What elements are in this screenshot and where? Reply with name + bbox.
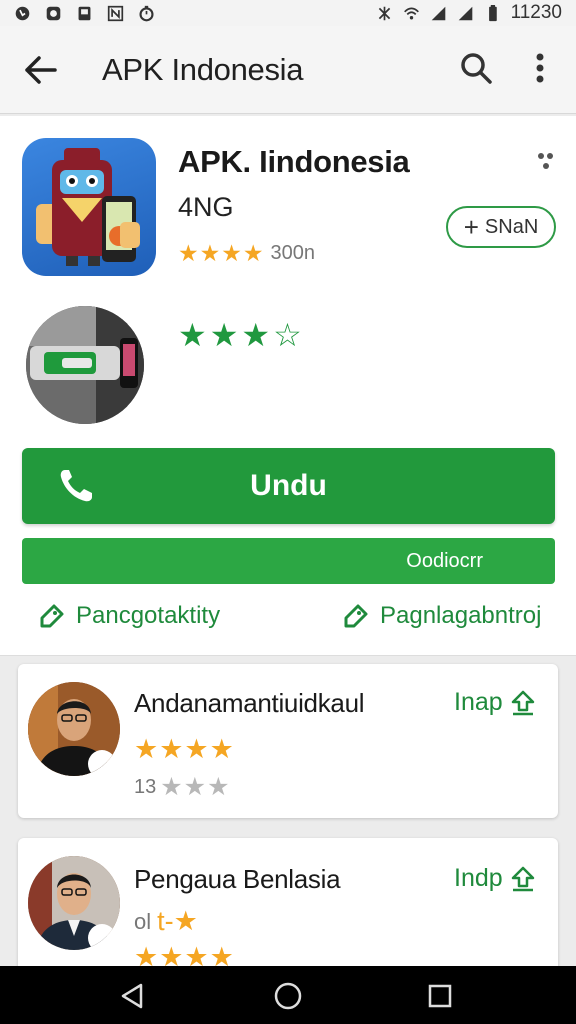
add-button[interactable]: + SNaN xyxy=(446,206,556,248)
more-vert-icon xyxy=(536,53,544,83)
news-icon xyxy=(107,5,124,21)
nav-home-button[interactable] xyxy=(266,976,310,1016)
review-count: 13 xyxy=(134,775,157,798)
link-permissions-label: Pancgotaktity xyxy=(76,602,221,629)
arrow-left-icon xyxy=(25,55,57,84)
review-grey-stars: ★★★ xyxy=(160,773,231,801)
instagram-icon xyxy=(46,6,61,20)
status-time: 11230 xyxy=(510,2,562,23)
person-photo xyxy=(28,856,120,950)
overflow-menu-button[interactable] xyxy=(516,40,564,96)
review-action-label: Indp xyxy=(454,864,503,892)
review-meta-text: ol xyxy=(134,908,152,934)
wifi-icon xyxy=(403,7,419,19)
app-icon[interactable] xyxy=(22,138,156,276)
feature-thumbnail[interactable] xyxy=(26,306,144,424)
app-rating: ★★★★ 300n xyxy=(178,240,315,267)
review-action-label: Inap xyxy=(454,688,503,716)
back-button[interactable] xyxy=(10,40,70,100)
download-button-label: Undu xyxy=(250,469,327,502)
plus-icon: + xyxy=(463,212,479,242)
app-detail-card: APK. Iindonesia 4NG ★★★★ 300n + SNaN ★★★… xyxy=(0,116,576,656)
feature-rating-stars: ★★★☆ xyxy=(178,317,305,353)
nfc-icon xyxy=(378,6,390,20)
review-meta-glyph: t-★ xyxy=(157,906,198,936)
review-stars: ★★★★ xyxy=(134,734,235,764)
link-details-label: Pagnlagabntroj xyxy=(380,602,542,629)
signal-icon xyxy=(431,6,445,20)
nav-back-button[interactable] xyxy=(110,976,154,1016)
add-button-label: SNaN xyxy=(484,215,539,238)
rating-count: 300n xyxy=(270,242,315,264)
search-icon xyxy=(461,53,492,84)
whatsapp-icon xyxy=(15,6,30,20)
phone-icon xyxy=(60,470,92,502)
person-photo xyxy=(28,682,120,776)
circle-home-icon xyxy=(274,982,302,1010)
page-title: APK Indonesia xyxy=(102,51,304,87)
reviewer-name: Andanamantiuidkaul xyxy=(134,688,365,718)
share-icon xyxy=(511,690,534,715)
tag-icon xyxy=(40,604,64,628)
message-icon xyxy=(78,6,91,20)
triangle-back-icon xyxy=(121,983,143,1009)
tag-icon xyxy=(344,604,368,628)
app-name: APK. Iindonesia xyxy=(178,144,410,179)
rating-stars: ★★★★ xyxy=(178,240,265,266)
share-dots-icon[interactable] xyxy=(536,152,556,176)
signal-2-icon xyxy=(458,6,472,20)
device-photo xyxy=(26,306,144,424)
navigation-bar xyxy=(0,966,576,1024)
square-recents-icon xyxy=(428,984,452,1008)
secondary-button-label: Oodiocrr xyxy=(406,549,483,572)
app-subtitle: 4NG xyxy=(178,192,234,222)
secondary-button[interactable]: Oodiocrr xyxy=(22,538,555,584)
review-card[interactable]: Andanamantiuidkaul Inap ★★★★ 13 ★★★ xyxy=(18,664,558,818)
review-action[interactable]: Indp xyxy=(454,864,537,893)
avatar xyxy=(28,682,120,776)
download-button[interactable]: Undu xyxy=(22,448,555,524)
battery-icon xyxy=(488,4,497,21)
timer-icon xyxy=(139,5,154,21)
reviewer-name: Pengaua Benlasia xyxy=(134,864,341,894)
robot-mascot-icon xyxy=(36,148,140,266)
share-icon xyxy=(511,866,534,891)
review-card[interactable]: Pengaua Benlasia Indp ol t-★ ★★★★ xyxy=(18,838,558,978)
status-bar: 11230 xyxy=(0,0,576,26)
avatar xyxy=(28,856,120,950)
review-meta: ol t-★ xyxy=(134,906,198,937)
nav-recents-button[interactable] xyxy=(418,976,462,1016)
search-button[interactable] xyxy=(452,40,500,96)
review-count-row: 13 ★★★ xyxy=(134,772,231,802)
app-bar: APK Indonesia xyxy=(0,26,576,114)
link-details[interactable]: Pagnlagabntroj xyxy=(342,602,541,630)
review-action[interactable]: Inap xyxy=(454,688,537,717)
link-permissions[interactable]: Pancgotaktity xyxy=(38,602,220,630)
